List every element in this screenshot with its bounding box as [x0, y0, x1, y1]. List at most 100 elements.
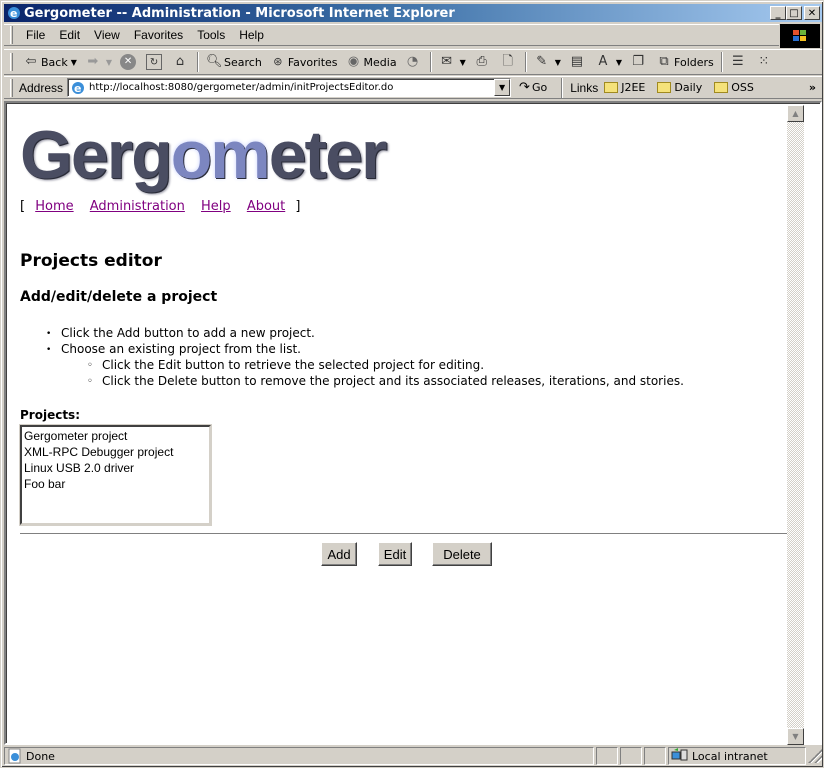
separator	[429, 52, 432, 72]
windows-logo-icon	[780, 24, 820, 48]
address-field[interactable]: e ▼	[67, 78, 512, 97]
url-input[interactable]	[89, 82, 490, 93]
sub-list-item: Click the Delete button to remove the pr…	[87, 373, 684, 390]
site-nav: [ Home Administration Help About ]	[20, 199, 301, 214]
separator	[524, 52, 527, 72]
chevron-down-icon[interactable]: ▼	[616, 58, 622, 67]
project-option[interactable]: Gergometer project	[24, 428, 207, 444]
folder-icon	[657, 82, 672, 93]
projects-listbox[interactable]: Gergometer project XML-RPC Debugger proj…	[20, 425, 211, 525]
link-oss[interactable]: OSS	[714, 81, 754, 94]
nav-about[interactable]: About	[247, 199, 285, 214]
add-button[interactable]: Add	[321, 542, 357, 566]
discuss-button[interactable]: ▤	[565, 51, 591, 73]
back-button[interactable]: ⇦ Back ▼	[19, 51, 81, 73]
links-label[interactable]: Links	[570, 81, 598, 95]
link-j2ee[interactable]: J2EE	[604, 81, 645, 94]
list-item: Click the Add button to add a new projec…	[46, 325, 684, 342]
gergometer-logo: Gergometer	[20, 117, 387, 193]
new-window-button[interactable]: ❐	[626, 51, 652, 73]
standard-toolbar: ⇦ Back ▼ ➡ ▼ ✕ ↻ ⌂ 🔍︎ Search ⊛ Favorites…	[4, 49, 822, 75]
nav-administration[interactable]: Administration	[90, 199, 185, 214]
chevron-down-icon[interactable]: ▼	[460, 58, 466, 67]
toolbar-grip[interactable]	[10, 26, 13, 44]
chevron-down-icon[interactable]: ▼	[555, 58, 561, 67]
svg-text:e: e	[10, 7, 17, 20]
scroll-down-button[interactable]: ▼	[787, 728, 804, 745]
vertical-scrollbar[interactable]: ▲ ▼	[787, 105, 804, 745]
search-icon: 🔍︎	[206, 54, 223, 69]
delete-button[interactable]: Delete	[432, 542, 492, 566]
font-size-icon: A	[598, 54, 608, 69]
list-item: Choose an existing project from the list…	[46, 341, 684, 358]
folders-button[interactable]: ⧉ Folders	[652, 51, 718, 73]
address-label: Address	[19, 80, 64, 95]
status-cell	[620, 747, 642, 765]
page-title: Projects editor	[20, 251, 162, 271]
separator	[561, 77, 564, 98]
more-links-chevron[interactable]: »	[809, 81, 816, 94]
back-arrow-icon: ⇦	[25, 54, 37, 69]
menu-tools[interactable]: Tools	[190, 25, 232, 45]
nav-help[interactable]: Help	[201, 199, 231, 214]
favorites-button[interactable]: ⊛ Favorites	[266, 51, 342, 73]
status-text-panel: Done	[4, 747, 594, 765]
maximize-button[interactable]: □	[786, 6, 802, 20]
toolbar-grip[interactable]	[10, 53, 13, 71]
mail-button[interactable]: ✉ ▼	[435, 51, 470, 73]
project-option[interactable]: Linux USB 2.0 driver	[24, 460, 207, 476]
section-title: Add/edit/delete a project	[20, 289, 218, 305]
folder-icon	[604, 82, 619, 93]
chevron-down-icon[interactable]: ▼	[106, 58, 112, 67]
security-zone-panel[interactable]: Local intranet	[668, 747, 806, 765]
print-preview-button[interactable]: 🗋	[496, 51, 522, 73]
project-option[interactable]: Foo bar	[24, 476, 207, 492]
encoding-button[interactable]: A ▼	[591, 51, 626, 73]
address-bar: Address e ▼ ↷ Go Links J2EE Daily OSS »	[4, 76, 822, 99]
stop-button[interactable]: ✕	[116, 51, 142, 73]
svg-text:e: e	[74, 82, 81, 95]
remove-item-button[interactable]: ⁙	[752, 51, 778, 73]
refresh-icon: ↻	[146, 54, 163, 70]
new-item-icon: ☰	[731, 54, 744, 69]
chevron-down-icon[interactable]: ▼	[71, 58, 77, 67]
window-title: Gergometer -- Administration - Microsoft…	[24, 5, 455, 21]
title-bar: e Gergometer -- Administration - Microso…	[4, 4, 822, 22]
edit-button[interactable]: Edit	[378, 542, 412, 566]
toolbar-grip[interactable]	[10, 78, 13, 97]
link-daily[interactable]: Daily	[657, 81, 702, 94]
history-button[interactable]: ◔	[401, 51, 427, 73]
nav-home[interactable]: Home	[35, 199, 73, 214]
zone-text: Local intranet	[692, 749, 768, 763]
close-button[interactable]: ✕	[804, 6, 820, 20]
menu-edit[interactable]: Edit	[52, 25, 87, 45]
forward-button[interactable]: ➡ ▼	[81, 51, 116, 73]
add-to-list-button[interactable]: ☰	[726, 51, 752, 73]
print-preview-icon: 🗋	[502, 54, 513, 69]
ie-icon: e	[8, 7, 20, 20]
menu-favorites[interactable]: Favorites	[127, 25, 190, 45]
minimize-button[interactable]: _	[770, 6, 786, 20]
refresh-button[interactable]: ↻	[142, 51, 168, 73]
search-button[interactable]: 🔍︎ Search	[202, 51, 266, 73]
edit-button[interactable]: ✎ ▼	[530, 51, 565, 73]
divider	[20, 533, 794, 535]
resize-grip[interactable]	[808, 749, 822, 763]
media-button[interactable]: ◉ Media	[342, 51, 401, 73]
browser-window: e Gergometer -- Administration - Microso…	[0, 0, 824, 768]
menu-view[interactable]: View	[87, 25, 127, 45]
page-icon: e	[72, 81, 85, 95]
sub-list-item: Click the Edit button to retrieve the se…	[87, 357, 684, 374]
print-button[interactable]: ⎙	[470, 51, 496, 73]
separator	[197, 52, 200, 72]
scroll-up-button[interactable]: ▲	[787, 105, 804, 122]
print-icon: ⎙	[476, 54, 487, 69]
menu-help[interactable]: Help	[232, 25, 271, 45]
go-button[interactable]: ↷ Go	[519, 80, 547, 95]
address-dropdown-button[interactable]: ▼	[494, 79, 511, 96]
home-button[interactable]: ⌂	[168, 51, 194, 73]
edit-icon: ✎	[536, 54, 548, 69]
project-option[interactable]: XML-RPC Debugger project	[24, 444, 207, 460]
menu-file[interactable]: File	[19, 25, 52, 45]
favorites-icon: ⊛	[273, 55, 283, 68]
